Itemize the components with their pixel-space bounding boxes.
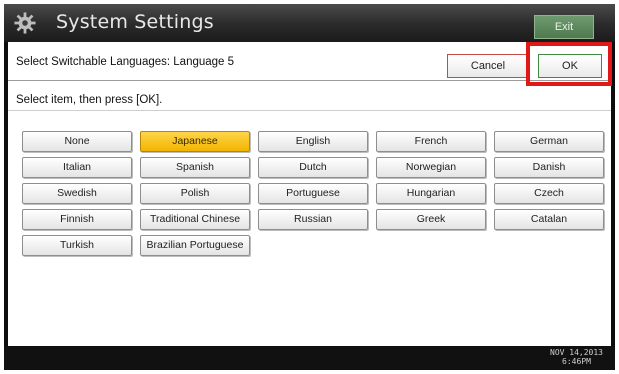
language-option-danish[interactable]: Danish [494,157,604,178]
clock-date: NOV 14,2013 [550,348,603,357]
language-option-traditional-chinese[interactable]: Traditional Chinese [140,209,250,230]
exit-button[interactable]: Exit [534,15,594,39]
ok-button[interactable]: OK [538,54,602,78]
language-option-catalan[interactable]: Catalan [494,209,604,230]
language-option-finnish[interactable]: Finnish [22,209,132,230]
window-title: System Settings [56,11,214,33]
language-option-czech[interactable]: Czech [494,183,604,204]
settings-panel: Select Switchable Languages: Language 5 … [8,42,612,346]
language-option-french[interactable]: French [376,131,486,152]
gear-icon [14,12,36,34]
language-option-norwegian[interactable]: Norwegian [376,157,486,178]
language-option-spanish[interactable]: Spanish [140,157,250,178]
device-screen: System Settings Exit Select Switchable L… [4,4,615,370]
language-option-swedish[interactable]: Swedish [22,183,132,204]
status-bar: NOV 14,2013 6:46PM [4,346,615,370]
cancel-button[interactable]: Cancel [447,54,529,78]
language-option-hungarian[interactable]: Hungarian [376,183,486,204]
language-option-none[interactable]: None [22,131,132,152]
language-option-polish[interactable]: Polish [140,183,250,204]
language-option-brazilian-portuguese[interactable]: Brazilian Portuguese [140,235,250,256]
language-option-german[interactable]: German [494,131,604,152]
language-option-turkish[interactable]: Turkish [22,235,132,256]
dialog-title: Select Switchable Languages: Language 5 [16,56,235,68]
title-bar: System Settings Exit [4,4,615,42]
language-option-portuguese[interactable]: Portuguese [258,183,368,204]
clock: NOV 14,2013 6:46PM [550,348,603,366]
language-option-japanese[interactable]: Japanese [140,131,250,152]
divider [8,110,611,111]
instruction-text: Select item, then press [OK]. [16,94,163,106]
language-option-english[interactable]: English [258,131,368,152]
language-option-italian[interactable]: Italian [22,157,132,178]
clock-time: 6:46PM [562,357,591,366]
language-option-dutch[interactable]: Dutch [258,157,368,178]
language-option-russian[interactable]: Russian [258,209,368,230]
language-option-greek[interactable]: Greek [376,209,486,230]
